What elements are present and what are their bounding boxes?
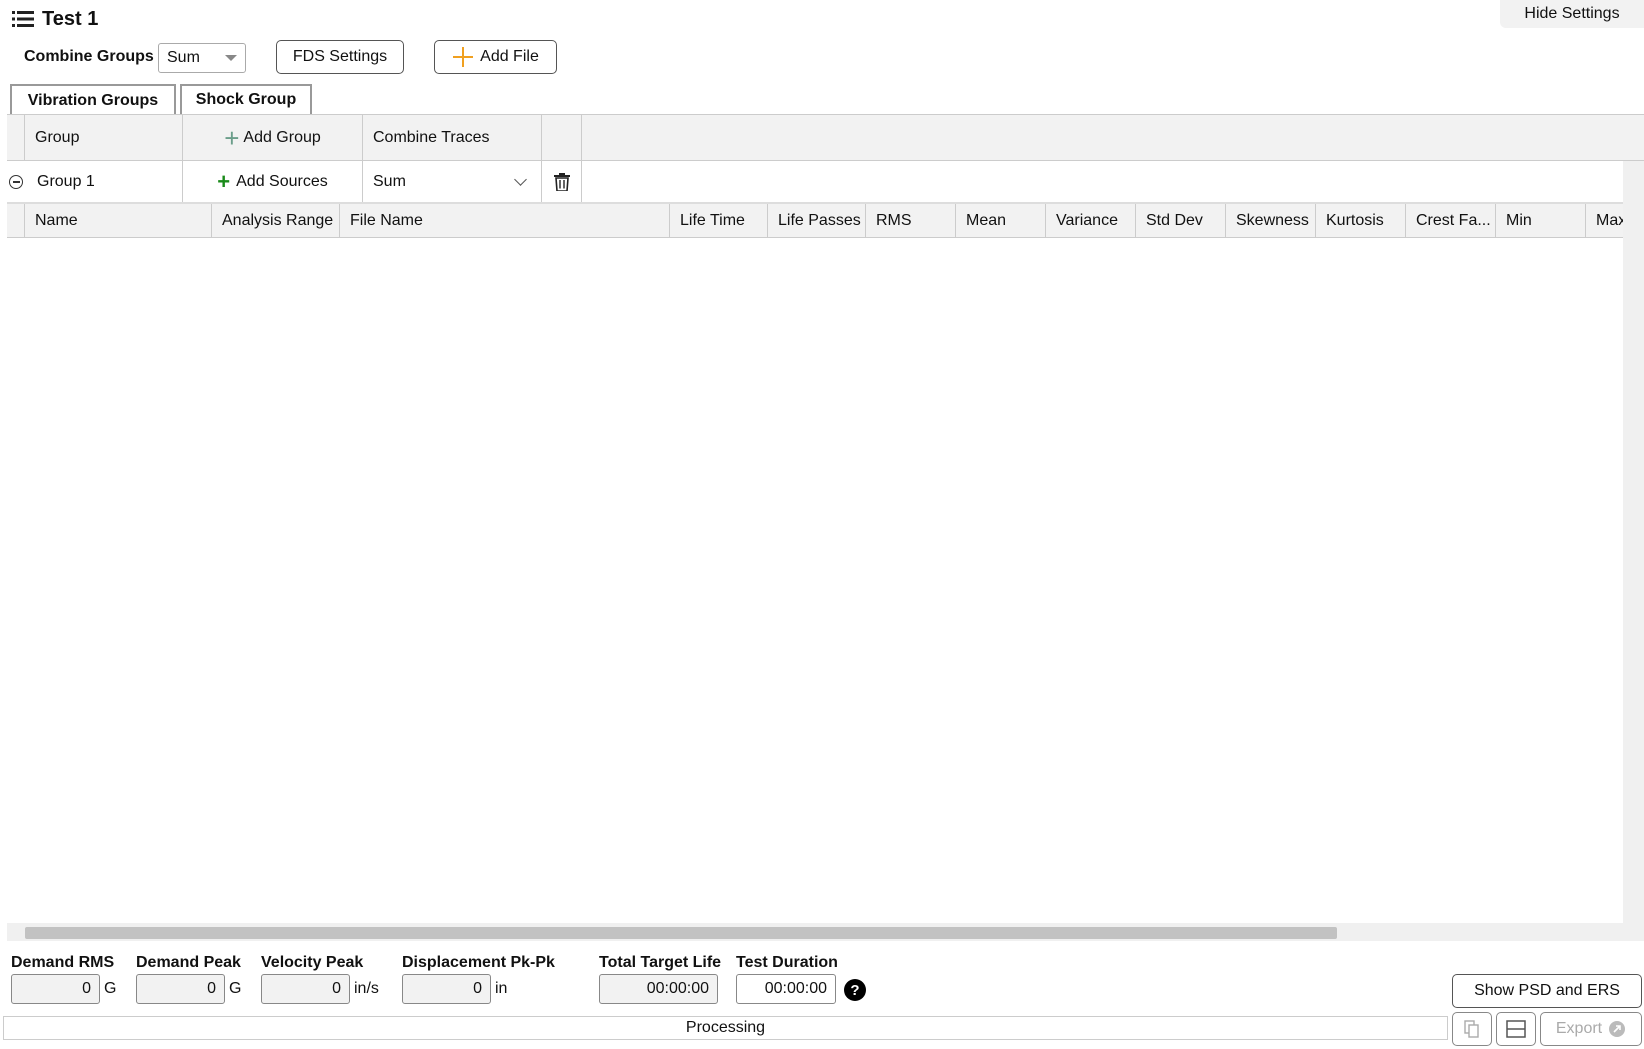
add-file-button[interactable]: Add File [434, 40, 557, 74]
demand-rms-field: 0 [11, 974, 100, 1004]
export-label: Export [1555, 1020, 1603, 1037]
hide-settings-button[interactable]: Hide Settings [1500, 0, 1644, 28]
column-header-min[interactable]: Min [1496, 204, 1586, 237]
displacement-field: 0 [402, 974, 491, 1004]
plus-icon: + [224, 122, 240, 153]
collapse-icon[interactable] [9, 175, 23, 189]
add-sources-label: Add Sources [236, 172, 328, 190]
vertical-scrollbar[interactable] [1623, 161, 1644, 941]
group-name: Group 1 [25, 161, 183, 202]
title-bar: Test 1 [12, 6, 98, 32]
export-button[interactable]: Export [1540, 1012, 1642, 1046]
show-psd-ers-button[interactable]: Show PSD and ERS [1452, 974, 1642, 1008]
demand-peak-label: Demand Peak [136, 954, 241, 971]
displacement-label: Displacement Pk-Pk [402, 954, 555, 971]
list-icon[interactable] [12, 10, 34, 28]
column-header-variance[interactable]: Variance [1046, 204, 1136, 237]
plus-icon: + [217, 168, 231, 194]
chevron-down-icon [514, 172, 527, 186]
demand-rms-unit: G [104, 980, 117, 997]
combine-traces-value: Sum [373, 172, 406, 190]
export-icon [1609, 1021, 1626, 1037]
add-group-button[interactable]: + Add Group [183, 115, 363, 160]
group-row: Group 1 + Add Sources Sum [7, 161, 1623, 203]
horizontal-scrollbar-thumb[interactable] [25, 927, 1337, 939]
add-file-label: Add File [480, 48, 539, 65]
total-target-life-label: Total Target Life [599, 954, 722, 971]
column-header-crest-factor[interactable]: Crest Fa... [1406, 204, 1496, 237]
delete-group-button[interactable] [542, 161, 582, 202]
horizontal-scrollbar[interactable] [7, 923, 1623, 941]
column-header-max[interactable]: Max [1586, 204, 1623, 237]
column-header-group: Group [25, 115, 183, 160]
column-header-file-name[interactable]: File Name [340, 204, 670, 237]
tab-shock-group[interactable]: Shock Group [180, 84, 312, 114]
velocity-peak-label: Velocity Peak [261, 954, 364, 971]
add-group-label: Add Group [243, 128, 321, 146]
column-header-life-time[interactable]: Life Time [670, 204, 768, 237]
header-spacer [7, 204, 25, 237]
demand-peak-unit: G [229, 980, 242, 997]
help-icon[interactable]: ? [844, 979, 866, 1001]
column-header-skewness[interactable]: Skewness [1226, 204, 1316, 237]
column-header-analysis-range[interactable]: Analysis Range [212, 204, 340, 237]
dropdown-arrow-icon [225, 55, 237, 61]
total-target-life-field: 00:00:00 [599, 974, 718, 1004]
combine-traces-select[interactable]: Sum [363, 161, 542, 202]
fds-settings-button[interactable]: FDS Settings [276, 40, 404, 74]
column-header-rms[interactable]: RMS [866, 204, 956, 237]
copy-icon [1464, 1020, 1479, 1038]
displacement-unit: in [495, 980, 508, 997]
header-spacer [7, 115, 25, 160]
column-header-std-dev[interactable]: Std Dev [1136, 204, 1226, 237]
column-header-combine-traces: Combine Traces [363, 115, 542, 160]
header-actions-spacer [542, 115, 582, 160]
demand-peak-field: 0 [136, 974, 225, 1004]
copy-button[interactable] [1452, 1012, 1492, 1046]
test-duration-label: Test Duration [736, 954, 838, 971]
combine-groups-label: Combine Groups [24, 48, 154, 65]
page-title: Test 1 [42, 7, 99, 30]
group-table-header: Group + Add Group Combine Traces [7, 114, 1644, 161]
demand-rms-label: Demand RMS [11, 954, 115, 971]
column-header-life-passes[interactable]: Life Passes [768, 204, 866, 237]
tab-vibration-groups[interactable]: Vibration Groups [10, 84, 176, 116]
test-duration-field[interactable]: 00:00:00 [736, 974, 836, 1004]
source-table-header: Name Analysis Range File Name Life Time … [7, 203, 1623, 238]
plus-icon [453, 47, 474, 67]
layout-toggle-button[interactable] [1496, 1012, 1536, 1046]
status-text: Processing [685, 1019, 766, 1036]
velocity-peak-unit: in/s [354, 980, 379, 997]
status-bar: Processing [3, 1016, 1448, 1040]
column-header-kurtosis[interactable]: Kurtosis [1316, 204, 1406, 237]
column-header-mean[interactable]: Mean [956, 204, 1046, 237]
combine-groups-value: Sum [167, 49, 200, 66]
combine-groups-select[interactable]: Sum [158, 43, 246, 73]
column-header-name[interactable]: Name [25, 204, 212, 237]
velocity-peak-field: 0 [261, 974, 350, 1004]
split-layout-icon [1506, 1020, 1526, 1038]
add-sources-button[interactable]: + Add Sources [183, 161, 363, 202]
trash-icon [553, 172, 570, 191]
